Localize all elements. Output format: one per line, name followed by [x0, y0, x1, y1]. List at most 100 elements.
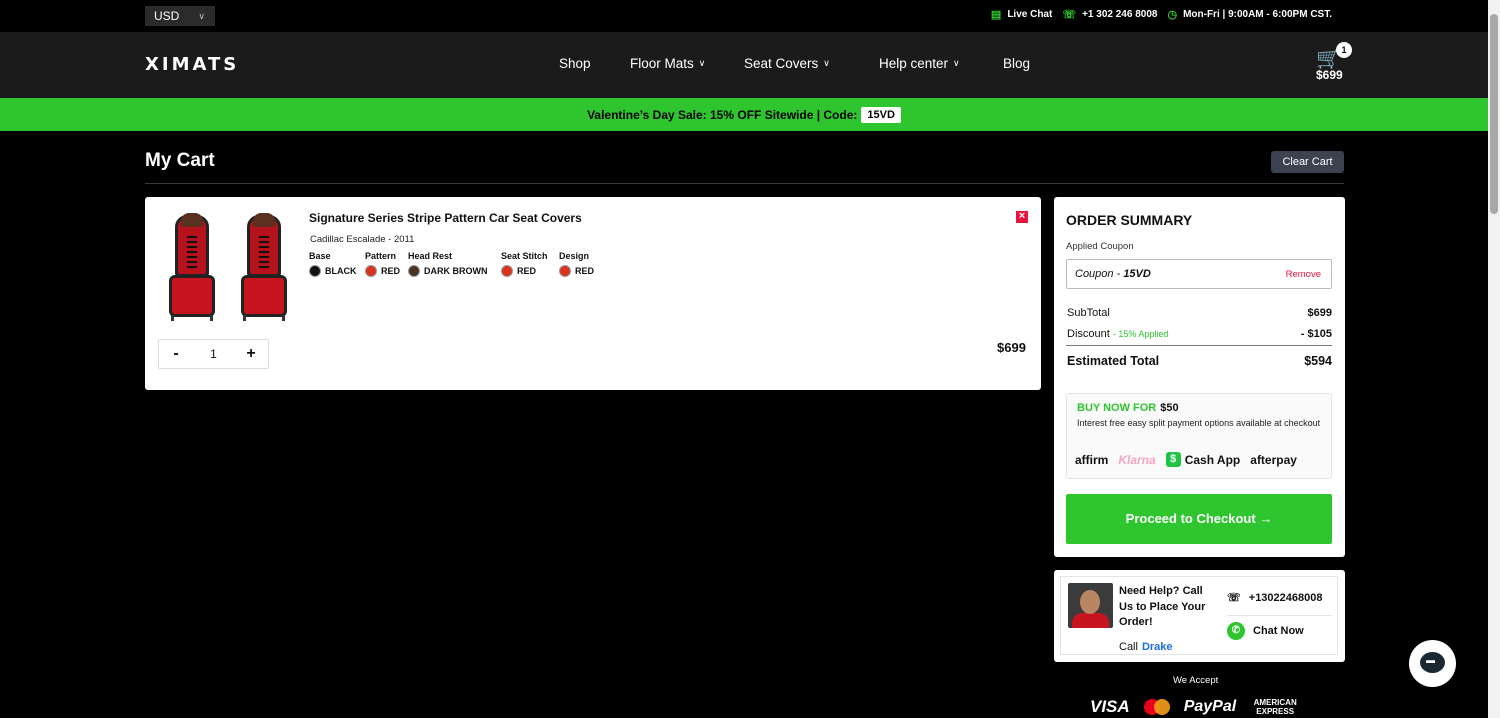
cart-item: Signature Series Stripe Pattern Car Seat…: [145, 197, 1041, 390]
agent-name[interactable]: Drake: [1142, 641, 1173, 653]
phone-label: +1 302 246 8008: [1082, 9, 1158, 20]
order-summary: ORDER SUMMARY Applied Coupon Coupon - 15…: [1054, 197, 1345, 557]
chat-now-link[interactable]: ✆ Chat Now: [1227, 622, 1304, 640]
phone-link[interactable]: ☏ +1 302 246 8008: [1062, 8, 1157, 21]
discount-row: Discount - 15% Applied - $105: [1067, 328, 1332, 340]
color-swatch: [501, 265, 513, 277]
chat-bubble-icon: [1420, 652, 1445, 673]
help-phone-label: +13022468008: [1248, 591, 1323, 604]
coupon-code: 15VD: [1123, 268, 1151, 280]
logo[interactable]: XIMATS: [145, 54, 239, 75]
dollar-icon: $: [1165, 452, 1181, 467]
attr-value-head-rest: DARK BROWN: [408, 265, 488, 277]
attr-label-base: Base: [309, 251, 331, 261]
visa-logo: VISA: [1090, 697, 1130, 716]
avatar-face: [1080, 590, 1100, 614]
nav-help-center[interactable]: Help center ∨: [879, 56, 960, 71]
proceed-to-checkout-button[interactable]: Proceed to Checkout →: [1066, 494, 1332, 544]
color-swatch: [559, 265, 571, 277]
vehicle-info: Cadillac Escalade - 2011: [310, 234, 415, 245]
help-phone-link[interactable]: ☏ +13022468008: [1227, 591, 1323, 605]
phone-icon: ☏: [1062, 9, 1077, 21]
applied-coupon-label: Applied Coupon: [1066, 241, 1134, 252]
currency-select[interactable]: USD ∨: [145, 6, 215, 26]
cart-total: $699: [1316, 68, 1343, 82]
attr-value-seat-stitch: RED: [501, 265, 536, 277]
coupon-prefix: Coupon -: [1075, 268, 1124, 280]
phone-icon: ☏: [1227, 592, 1241, 604]
attr-value-text: BLACK: [325, 266, 357, 276]
promo-code: 15VD: [861, 106, 901, 123]
item-price: $699: [997, 340, 1026, 355]
nav-label: Floor Mats: [630, 56, 694, 71]
seat-legs: [243, 315, 285, 321]
arrow-right-icon: →: [1259, 511, 1273, 526]
affirm-logo: affirm: [1075, 452, 1109, 467]
divider: [145, 183, 1344, 184]
product-image: [167, 213, 217, 323]
cash-app-logo: $ Cash App: [1165, 452, 1241, 467]
live-chat-label: Live Chat: [1007, 9, 1053, 20]
amex-logo: AMERICAN EXPRESS: [1253, 698, 1297, 716]
nav-shop[interactable]: Shop: [559, 56, 591, 71]
chat-widget-button[interactable]: [1409, 640, 1456, 687]
cart-button[interactable]: 🛒 1 $699: [1316, 42, 1356, 86]
clear-cart-button[interactable]: Clear Cart: [1271, 151, 1344, 173]
attr-value-pattern: RED: [365, 265, 400, 277]
remove-coupon-button[interactable]: Remove: [1286, 269, 1321, 280]
help-call: Call Drake: [1119, 641, 1173, 653]
seat-bottom: [169, 275, 215, 317]
decrease-quantity-button[interactable]: -: [171, 345, 181, 363]
help-inner: Need Help? Call Us to Place Your Order! …: [1060, 576, 1338, 655]
nav-label: Shop: [559, 56, 591, 71]
checkout-label: Proceed to Checkout: [1125, 511, 1256, 526]
nav-floor-mats[interactable]: Floor Mats ∨: [630, 56, 705, 71]
attr-label-pattern: Pattern: [365, 251, 397, 261]
promo-text: Valentine’s Day Sale: 15% OFF Sitewide |…: [587, 107, 858, 122]
subtotal-row: SubTotal $699: [1067, 307, 1332, 319]
coupon-text: Coupon - 15VD: [1075, 268, 1151, 280]
chat-icon: ▤: [990, 9, 1002, 21]
chevron-down-icon: ∨: [198, 11, 205, 21]
chat-now-label: Chat Now: [1253, 625, 1304, 637]
chevron-down-icon: ∨: [823, 58, 830, 68]
chevron-down-icon: ∨: [698, 58, 706, 68]
quantity-value[interactable]: 1: [210, 347, 217, 361]
attr-value-base: BLACK: [309, 265, 357, 277]
buy-now-amount: $50: [1160, 402, 1179, 414]
live-chat-link[interactable]: ▤ Live Chat: [991, 8, 1052, 21]
product-title[interactable]: Signature Series Stripe Pattern Car Seat…: [309, 211, 582, 225]
nav-seat-covers[interactable]: Seat Covers ∨: [744, 56, 830, 71]
remove-item-button[interactable]: ×: [1016, 211, 1028, 223]
attr-label-seat-stitch: Seat Stitch: [501, 251, 548, 261]
buy-now-description: Interest free easy split payment options…: [1077, 418, 1321, 428]
scrollbar[interactable]: [1488, 0, 1500, 718]
discount-label: Discount: [1067, 328, 1110, 340]
attr-value-text: DARK BROWN: [424, 266, 488, 276]
attr-label-head-rest: Head Rest: [408, 251, 453, 261]
currency-value: USD: [154, 9, 180, 23]
cash-app-label: Cash App: [1184, 452, 1241, 467]
subtotal-value: $699: [1307, 307, 1332, 319]
attr-label-design: Design: [559, 251, 590, 261]
discount-value: - $105: [1300, 328, 1332, 340]
color-swatch: [365, 265, 377, 277]
attr-value-text: RED: [575, 266, 595, 276]
contact-info: ▤ Live Chat ☏ +1 302 246 8008 ◷ Mon-Fri …: [991, 8, 1332, 21]
chevron-down-icon: ∨: [953, 58, 960, 68]
whatsapp-icon: ✆: [1227, 622, 1245, 640]
color-swatch: [309, 265, 321, 277]
discount-note: - 15% Applied: [1112, 329, 1169, 339]
mastercard-logo: [1143, 699, 1170, 715]
main-header: XIMATS Shop Floor Mats ∨ Seat Covers ∨ Hel…: [0, 32, 1488, 98]
nav-label: Blog: [1003, 56, 1031, 71]
help-text: Need Help? Call Us to Place Your Order!: [1119, 585, 1206, 628]
attr-value-text: RED: [517, 266, 537, 276]
coupon-box: Coupon - 15VD Remove: [1066, 259, 1332, 289]
nav-blog[interactable]: Blog: [1003, 56, 1030, 71]
scrollbar-thumb[interactable]: [1490, 14, 1498, 214]
top-bar: USD ∨ ▤ Live Chat ☏ +1 302 246 8008 ◷ Mo…: [0, 0, 1488, 32]
seat-bottom: [241, 275, 287, 317]
paypal-logo: PayPal: [1183, 698, 1237, 715]
increase-quantity-button[interactable]: +: [246, 345, 256, 363]
